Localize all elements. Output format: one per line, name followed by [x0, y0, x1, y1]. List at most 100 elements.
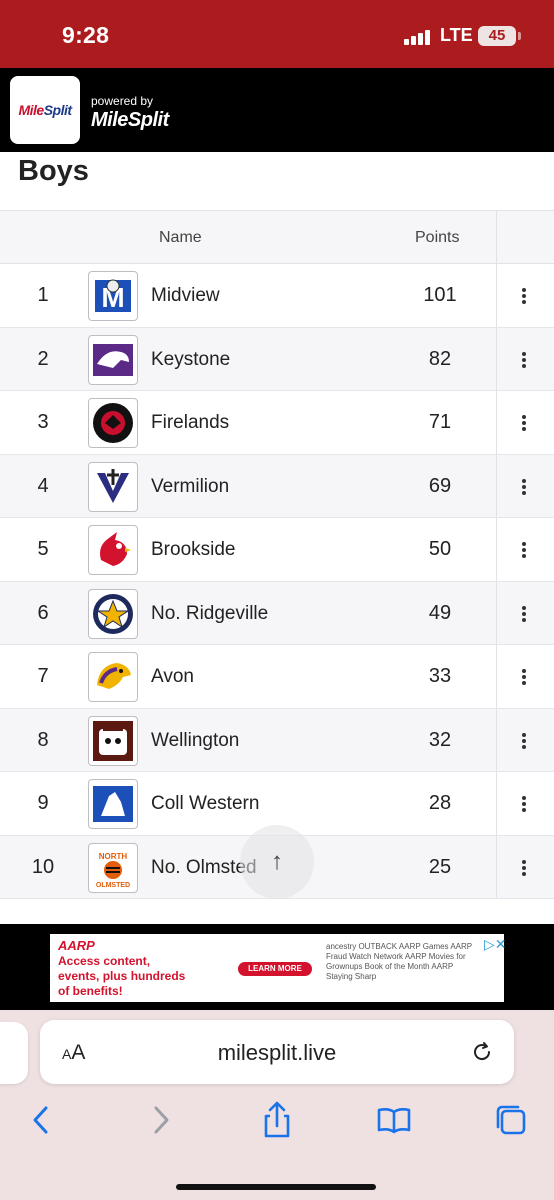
back-icon[interactable] [22, 1100, 62, 1140]
cellular-signal-icon [404, 29, 430, 45]
rank-cell: 5 [37, 538, 49, 560]
no-olmsted-logo: NORTH OLMSTED [88, 842, 138, 893]
rank-cell: 6 [37, 601, 49, 624]
table-header: Name Points [0, 210, 554, 264]
status-bar: 9:28 LTE 45 [0, 0, 554, 68]
network-type: LTE [440, 25, 473, 45]
table-row[interactable]: 6 No. Ridgeville 49 [0, 581, 554, 646]
tabs-icon[interactable] [491, 1100, 531, 1140]
table-row[interactable]: 2 Keystone 82 [0, 327, 554, 392]
column-divider [496, 211, 497, 263]
address-bar[interactable]: AA milesplit.live [40, 1020, 514, 1084]
page-title: Boys [18, 155, 89, 187]
ad-partner-logos: ancestry OUTBACK AARP Games AARP Fraud W… [326, 942, 472, 981]
status-time: 9:28 [62, 22, 110, 48]
points-cell: 32 [428, 728, 452, 751]
ad-banner-area: AARP Access content, events, plus hundre… [0, 924, 554, 1010]
rank-cell: 1 [37, 284, 49, 306]
rank-cell: 3 [37, 411, 49, 433]
app-header: MileSplit powered by MileSplit [0, 68, 554, 152]
table-row[interactable]: 7 Avon 33 [0, 645, 554, 709]
brand-name: MileSplit [91, 109, 169, 131]
scroll-to-top-button[interactable]: ↑ [240, 825, 314, 899]
keystone-logo [88, 334, 138, 385]
ad-advertiser: AARP [58, 938, 95, 953]
team-name-cell[interactable]: Midview [151, 264, 220, 328]
more-options-icon[interactable] [514, 413, 534, 433]
browser-toolbar: AA milesplit.live [0, 1010, 554, 1200]
team-name-cell[interactable]: Wellington [151, 709, 239, 773]
rank-cell: 7 [37, 665, 49, 687]
wellington-logo [88, 715, 138, 766]
brookside-logo [88, 525, 138, 575]
column-divider [496, 772, 497, 835]
more-options-icon[interactable] [514, 858, 534, 878]
points-cell: 33 [428, 665, 452, 687]
team-name-cell[interactable]: No. Ridgeville [151, 582, 268, 646]
more-options-icon[interactable] [514, 604, 534, 624]
table-row[interactable]: 4 Vermilion 69 [0, 454, 554, 519]
bookmarks-icon[interactable] [374, 1100, 414, 1140]
share-icon[interactable] [257, 1100, 297, 1140]
more-options-icon[interactable] [514, 731, 534, 751]
column-divider [496, 391, 497, 454]
column-divider [496, 835, 497, 898]
home-indicator[interactable] [176, 1184, 376, 1190]
points-cell: 82 [428, 347, 452, 370]
column-divider [496, 518, 497, 581]
svg-text:NORTH: NORTH [99, 852, 128, 861]
no-ridgeville-logo [88, 588, 138, 639]
powered-by-label: powered by [91, 94, 154, 108]
points-cell: 50 [428, 538, 452, 560]
rank-cell: 9 [37, 792, 49, 814]
table-row[interactable]: 1 M Midview 101 [0, 264, 554, 328]
forward-icon[interactable] [140, 1100, 180, 1140]
reload-icon[interactable] [470, 1040, 494, 1064]
rank-cell: 10 [31, 855, 55, 878]
more-options-icon[interactable] [514, 350, 534, 370]
midview-logo: M [88, 271, 138, 321]
more-options-icon[interactable] [514, 477, 534, 497]
table-row[interactable]: 8 Wellington 32 [0, 708, 554, 773]
coll-western-logo [88, 779, 138, 829]
battery-nub [518, 32, 521, 40]
team-name-cell[interactable]: Coll Western [151, 772, 259, 836]
team-name-cell[interactable]: Avon [151, 645, 194, 709]
url-text[interactable]: milesplit.live [40, 1040, 514, 1066]
team-name-cell[interactable]: Keystone [151, 328, 230, 392]
milesplit-logo[interactable]: MileSplit [10, 76, 80, 144]
more-options-icon[interactable] [514, 286, 534, 306]
points-cell: 28 [428, 792, 452, 814]
ad-learn-more-button[interactable]: LEARN MORE [238, 962, 312, 976]
avon-logo [88, 652, 138, 702]
previous-tab-card[interactable] [0, 1022, 28, 1084]
ad-text: Access content, events, plus hundreds of… [58, 954, 186, 998]
team-name-cell[interactable]: Brookside [151, 518, 236, 582]
ad-banner[interactable]: AARP Access content, events, plus hundre… [50, 934, 507, 1002]
vermilion-logo [88, 461, 138, 512]
rank-cell: 8 [37, 728, 49, 751]
column-divider [496, 264, 497, 327]
column-divider [496, 708, 497, 771]
points-cell: 49 [428, 601, 452, 624]
table-row[interactable]: 3 Firelands 71 [0, 391, 554, 455]
column-divider [496, 454, 497, 517]
points-cell: 69 [428, 474, 452, 497]
more-options-icon[interactable] [514, 540, 534, 560]
ad-choices-icon[interactable]: ▷✕ [484, 936, 507, 953]
table-row[interactable]: 5 Brookside 50 [0, 518, 554, 582]
points-cell: 71 [428, 411, 452, 433]
rank-cell: 2 [37, 347, 49, 370]
more-options-icon[interactable] [514, 667, 534, 687]
team-name-cell[interactable]: Vermilion [151, 455, 229, 519]
team-name-cell[interactable]: Firelands [151, 391, 229, 455]
arrow-up-icon: ↑ [271, 848, 283, 875]
column-header-points[interactable]: Points [415, 229, 459, 247]
more-options-icon[interactable] [514, 794, 534, 814]
column-divider [496, 645, 497, 708]
column-divider [496, 581, 497, 644]
rank-cell: 4 [37, 474, 49, 497]
firelands-logo [88, 398, 138, 448]
points-cell: 101 [423, 284, 457, 306]
column-header-name[interactable]: Name [159, 229, 202, 247]
